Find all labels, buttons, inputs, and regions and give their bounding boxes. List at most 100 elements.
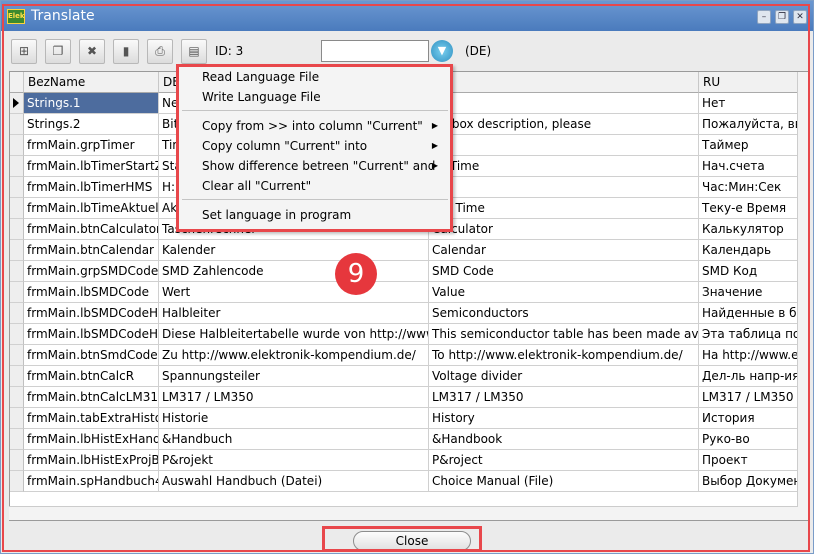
table-cell[interactable]: Historie bbox=[159, 408, 429, 429]
table-row[interactable]: frmMain.btnCalendar Kalender Calendar Кален… bbox=[10, 240, 800, 261]
menu-item-read-language-file[interactable]: Read Language File bbox=[202, 68, 319, 86]
row-indicator[interactable] bbox=[10, 303, 24, 324]
copy-button[interactable]: ❐ bbox=[45, 39, 71, 64]
table-cell[interactable]: Значение bbox=[699, 282, 799, 303]
language-file-button[interactable]: ▤ bbox=[181, 39, 207, 64]
menu-item-copy-from-into-current[interactable]: Copy from >> into column "Current" ▶ bbox=[202, 117, 448, 135]
column-header-current[interactable] bbox=[429, 72, 699, 93]
table-cell[interactable]: P&roject bbox=[429, 450, 699, 471]
row-indicator[interactable] bbox=[10, 219, 24, 240]
table-cell[interactable]: frmMain.grpTimer bbox=[24, 135, 159, 156]
table-row[interactable]: frmMain.lbHistExHandb &Handbuch &Handbook Р… bbox=[10, 429, 800, 450]
row-indicator[interactable] bbox=[10, 429, 24, 450]
row-indicator[interactable] bbox=[10, 387, 24, 408]
table-cell[interactable]: To http://www.elektronik-kompendium.de/ bbox=[429, 345, 699, 366]
table-row[interactable]: frmMain.lbHistExProjBe P&rojekt P&roject Пр… bbox=[10, 450, 800, 471]
row-indicator[interactable] bbox=[10, 114, 24, 135]
row-indicator[interactable] bbox=[10, 198, 24, 219]
menu-item-copy-current-into[interactable]: Copy column "Current" into ▶ bbox=[202, 137, 448, 155]
table-cell[interactable]: frmMain.btnCalcR bbox=[24, 366, 159, 387]
table-row[interactable]: frmMain.btnCalcR Spannungsteiler Voltage d… bbox=[10, 366, 800, 387]
table-cell[interactable]: er bbox=[429, 135, 699, 156]
table-cell[interactable]: frmMain.lbTimerHMS bbox=[24, 177, 159, 198]
table-cell[interactable]: P&rojekt bbox=[159, 450, 429, 471]
table-cell[interactable]: LM317 / LM350 bbox=[429, 387, 699, 408]
row-indicator[interactable] bbox=[10, 156, 24, 177]
table-cell[interactable]: LM317 / LM350 bbox=[699, 387, 799, 408]
table-cell[interactable]: SMD Code bbox=[429, 261, 699, 282]
table-cell[interactable]: Нач.счета bbox=[699, 156, 799, 177]
filter-input[interactable] bbox=[321, 40, 429, 62]
table-cell[interactable]: Strings.1 bbox=[24, 93, 159, 114]
table-cell[interactable]: &Handbuch bbox=[159, 429, 429, 450]
table-cell[interactable]: frmMain.lbTimeAktuell bbox=[24, 198, 159, 219]
table-cell[interactable]: Value bbox=[429, 282, 699, 303]
table-row[interactable]: frmMain.spHandbuch4I Auswahl Handbuch (Da… bbox=[10, 471, 800, 492]
row-indicator[interactable] bbox=[10, 366, 24, 387]
table-row[interactable]: frmMain.tabExtraHistor Historie History Ист… bbox=[10, 408, 800, 429]
menu-item-write-language-file[interactable]: Write Language File bbox=[202, 88, 321, 106]
table-cell[interactable]: frmMain.lbSMDCodeHa bbox=[24, 303, 159, 324]
row-indicator[interactable] bbox=[10, 450, 24, 471]
table-cell[interactable]: LM317 / LM350 bbox=[159, 387, 429, 408]
table-cell[interactable]: ent Time bbox=[429, 198, 699, 219]
table-cell[interactable]: На http://www.e bbox=[699, 345, 799, 366]
horizontal-scrollbar[interactable] bbox=[9, 506, 798, 520]
table-row[interactable]: frmMain.lbSMDCode Wert Value Значение bbox=[10, 282, 800, 303]
table-cell[interactable]: frmMain.lbTimerStartZ bbox=[24, 156, 159, 177]
table-cell[interactable]: Таймер bbox=[699, 135, 799, 156]
menu-item-show-difference[interactable]: Show difference betreen "Current" and ▶ bbox=[202, 157, 448, 175]
table-cell[interactable]: frmMain.tabExtraHistor bbox=[24, 408, 159, 429]
row-indicator[interactable] bbox=[10, 408, 24, 429]
table-cell[interactable]: frmMain.btnCalcLM317 bbox=[24, 387, 159, 408]
print-button[interactable]: ⎙ bbox=[147, 39, 173, 64]
table-cell[interactable]: Пожалуйста, вве bbox=[699, 114, 799, 135]
table-cell[interactable]: Halbleiter bbox=[159, 303, 429, 324]
row-indicator[interactable] bbox=[10, 282, 24, 303]
table-cell[interactable]: Diese Halbleitertabelle wurde von http:/… bbox=[159, 324, 429, 345]
table-row[interactable]: frmMain.grpSMDCode SMD Zahlencode SMD Code… bbox=[10, 261, 800, 282]
table-cell[interactable]: Дел-ль напр-ия bbox=[699, 366, 799, 387]
restore-button[interactable]: ❐ bbox=[775, 10, 789, 24]
table-cell[interactable]: Auswahl Handbuch (Datei) bbox=[159, 471, 429, 492]
table-cell[interactable]: &Handbook bbox=[429, 429, 699, 450]
table-cell[interactable]: Найденные в баз bbox=[699, 303, 799, 324]
table-cell[interactable]: This semiconductor table has been made a… bbox=[429, 324, 699, 345]
row-indicator[interactable] bbox=[10, 135, 24, 156]
table-cell[interactable]: frmMain.spHandbuch4I bbox=[24, 471, 159, 492]
table-cell[interactable]: r a box description, please bbox=[429, 114, 699, 135]
window-close-button[interactable]: ✕ bbox=[793, 10, 807, 24]
table-cell[interactable]: Нет bbox=[699, 93, 799, 114]
column-header-bezname[interactable]: BezName bbox=[24, 72, 159, 93]
table-cell[interactable]: frmMain.lbSMDCode bbox=[24, 282, 159, 303]
vertical-scrollbar[interactable] bbox=[797, 72, 809, 520]
table-cell[interactable]: Voltage divider bbox=[429, 366, 699, 387]
table-cell[interactable]: Календарь bbox=[699, 240, 799, 261]
table-cell[interactable]: Проект bbox=[699, 450, 799, 471]
table-cell[interactable]: frmMain.lbSMDCodeHa bbox=[24, 324, 159, 345]
table-cell[interactable]: Теку-е Время bbox=[699, 198, 799, 219]
row-indicator[interactable] bbox=[10, 324, 24, 345]
table-cell[interactable]: frmMain.lbHistExHandb bbox=[24, 429, 159, 450]
menu-item-set-language[interactable]: Set language in program bbox=[202, 206, 351, 224]
table-cell[interactable]: История bbox=[699, 408, 799, 429]
table-row[interactable]: frmMain.btnSmdCodeE Zu http://www.elektro… bbox=[10, 345, 800, 366]
edit-button[interactable]: ▮ bbox=[113, 39, 139, 64]
table-cell[interactable]: Strings.2 bbox=[24, 114, 159, 135]
add-row-button[interactable]: ⊞ bbox=[11, 39, 37, 64]
table-row[interactable]: frmMain.lbSMDCodeHa Halbleiter Semiconduct… bbox=[10, 303, 800, 324]
table-cell[interactable]: Zu http://www.elektronik-kompendium.de/ bbox=[159, 345, 429, 366]
table-cell[interactable]: frmMain.btnSmdCodeE bbox=[24, 345, 159, 366]
table-row[interactable]: frmMain.btnCalcLM317 LM317 / LM350 LM317 /… bbox=[10, 387, 800, 408]
table-cell[interactable] bbox=[429, 93, 699, 114]
table-cell[interactable]: Выбор Документ bbox=[699, 471, 799, 492]
table-cell[interactable]: Spannungsteiler bbox=[159, 366, 429, 387]
table-row[interactable]: frmMain.lbSMDCodeHa Diese Halbleitertabel… bbox=[10, 324, 800, 345]
row-indicator[interactable] bbox=[10, 261, 24, 282]
close-button[interactable]: Close bbox=[353, 531, 471, 551]
table-cell[interactable]: Semiconductors bbox=[429, 303, 699, 324]
table-cell[interactable]: SMD Код bbox=[699, 261, 799, 282]
table-cell[interactable]: Час:Мин:Сек bbox=[699, 177, 799, 198]
table-cell[interactable]: Calendar bbox=[429, 240, 699, 261]
row-indicator[interactable] bbox=[10, 177, 24, 198]
